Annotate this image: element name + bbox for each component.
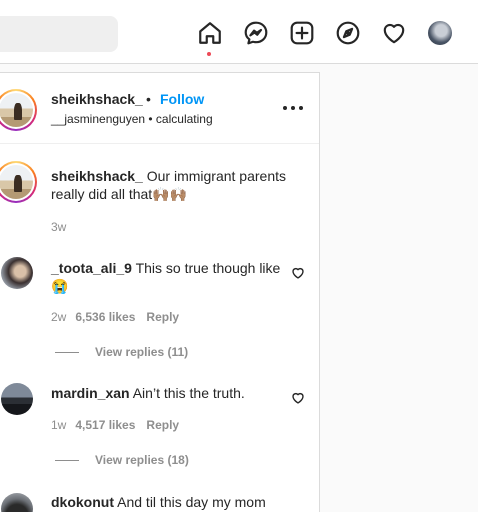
comment-text: dkokonut And til this day my mom: [51, 493, 283, 511]
reply-button[interactable]: Reply: [146, 418, 179, 432]
comment-meta: 1w 4,517 likes Reply: [51, 418, 179, 432]
comment-likes[interactable]: 4,517 likes: [75, 418, 135, 432]
replies-divider-line: [55, 460, 79, 462]
more-options-icon[interactable]: [281, 98, 305, 118]
search-input[interactable]: [0, 16, 118, 52]
comment-timestamp[interactable]: 1w: [51, 418, 66, 432]
separator-dot: •: [146, 91, 151, 107]
post-comments-panel: sheikhshack_ • Follow __jasminenguyen • …: [0, 72, 320, 512]
comment-timestamp[interactable]: 2w: [51, 310, 66, 324]
like-comment-heart-icon[interactable]: [291, 391, 305, 405]
post-header: sheikhshack_ • Follow __jasminenguyen • …: [0, 73, 319, 144]
comment-body: Ain’t this the truth.: [132, 385, 245, 401]
view-replies-label: View replies (11): [95, 345, 189, 359]
comment-likes[interactable]: 6,536 likes: [75, 310, 135, 324]
new-post-icon[interactable]: [289, 20, 315, 46]
caption-text: sheikhshack_ Our immigrant parents reall…: [51, 167, 303, 203]
caption-timestamp[interactable]: 3w: [51, 220, 66, 234]
home-icon[interactable]: [197, 20, 223, 46]
caption-username[interactable]: sheikhshack_: [51, 168, 143, 184]
like-comment-heart-icon[interactable]: [291, 266, 305, 280]
comment-meta: 2w 6,536 likes Reply: [51, 310, 179, 324]
commenter-avatar[interactable]: [1, 383, 33, 415]
comment-text: mardin_xan Ain’t this the truth.: [51, 384, 283, 402]
follow-button[interactable]: Follow: [160, 91, 204, 107]
comment-text: _toota_ali_9 This so true though like 😭: [51, 259, 283, 295]
messenger-icon[interactable]: [243, 20, 269, 46]
comment-body: And til this day my mom: [117, 494, 266, 510]
post-author-username[interactable]: sheikhshack_: [51, 91, 143, 107]
explore-icon[interactable]: [335, 20, 361, 46]
post-author-avatar[interactable]: [0, 89, 37, 131]
view-replies-button[interactable]: View replies (11): [55, 345, 188, 359]
view-replies-button[interactable]: View replies (18): [55, 453, 189, 467]
post-subtitle[interactable]: __jasminenguyen • calculating: [51, 112, 213, 126]
profile-avatar[interactable]: [428, 21, 452, 45]
commenter-avatar[interactable]: [1, 257, 33, 289]
caption-author-avatar[interactable]: [0, 161, 37, 203]
comment-username[interactable]: dkokonut: [51, 494, 114, 510]
comment-username[interactable]: _toota_ali_9: [51, 260, 132, 276]
home-active-dot: [207, 52, 211, 56]
top-navigation-bar: [0, 0, 478, 64]
replies-divider-line: [55, 352, 79, 354]
view-replies-label: View replies (18): [95, 453, 189, 467]
reply-button[interactable]: Reply: [146, 310, 179, 324]
activity-heart-icon[interactable]: [381, 20, 407, 46]
commenter-avatar[interactable]: [1, 493, 33, 512]
comment-username[interactable]: mardin_xan: [51, 385, 130, 401]
